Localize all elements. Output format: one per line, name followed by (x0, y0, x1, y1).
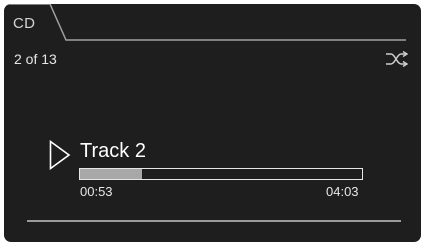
total-time: 04:03 (326, 184, 359, 199)
source-tab-cd[interactable]: CD (13, 15, 35, 32)
bottom-divider (27, 220, 401, 222)
shuffle-icon[interactable] (385, 51, 409, 67)
progress-fill (80, 169, 143, 179)
progress-bar[interactable] (79, 168, 363, 180)
track-position: 2 of 13 (14, 51, 57, 67)
source-tab-outline (4, 4, 406, 41)
play-icon[interactable] (49, 140, 71, 170)
track-title: Track 2 (80, 140, 146, 162)
elapsed-time: 00:53 (80, 184, 113, 199)
media-screen: CD 2 of 13 Track 2 00:53 04:03 (4, 4, 421, 242)
